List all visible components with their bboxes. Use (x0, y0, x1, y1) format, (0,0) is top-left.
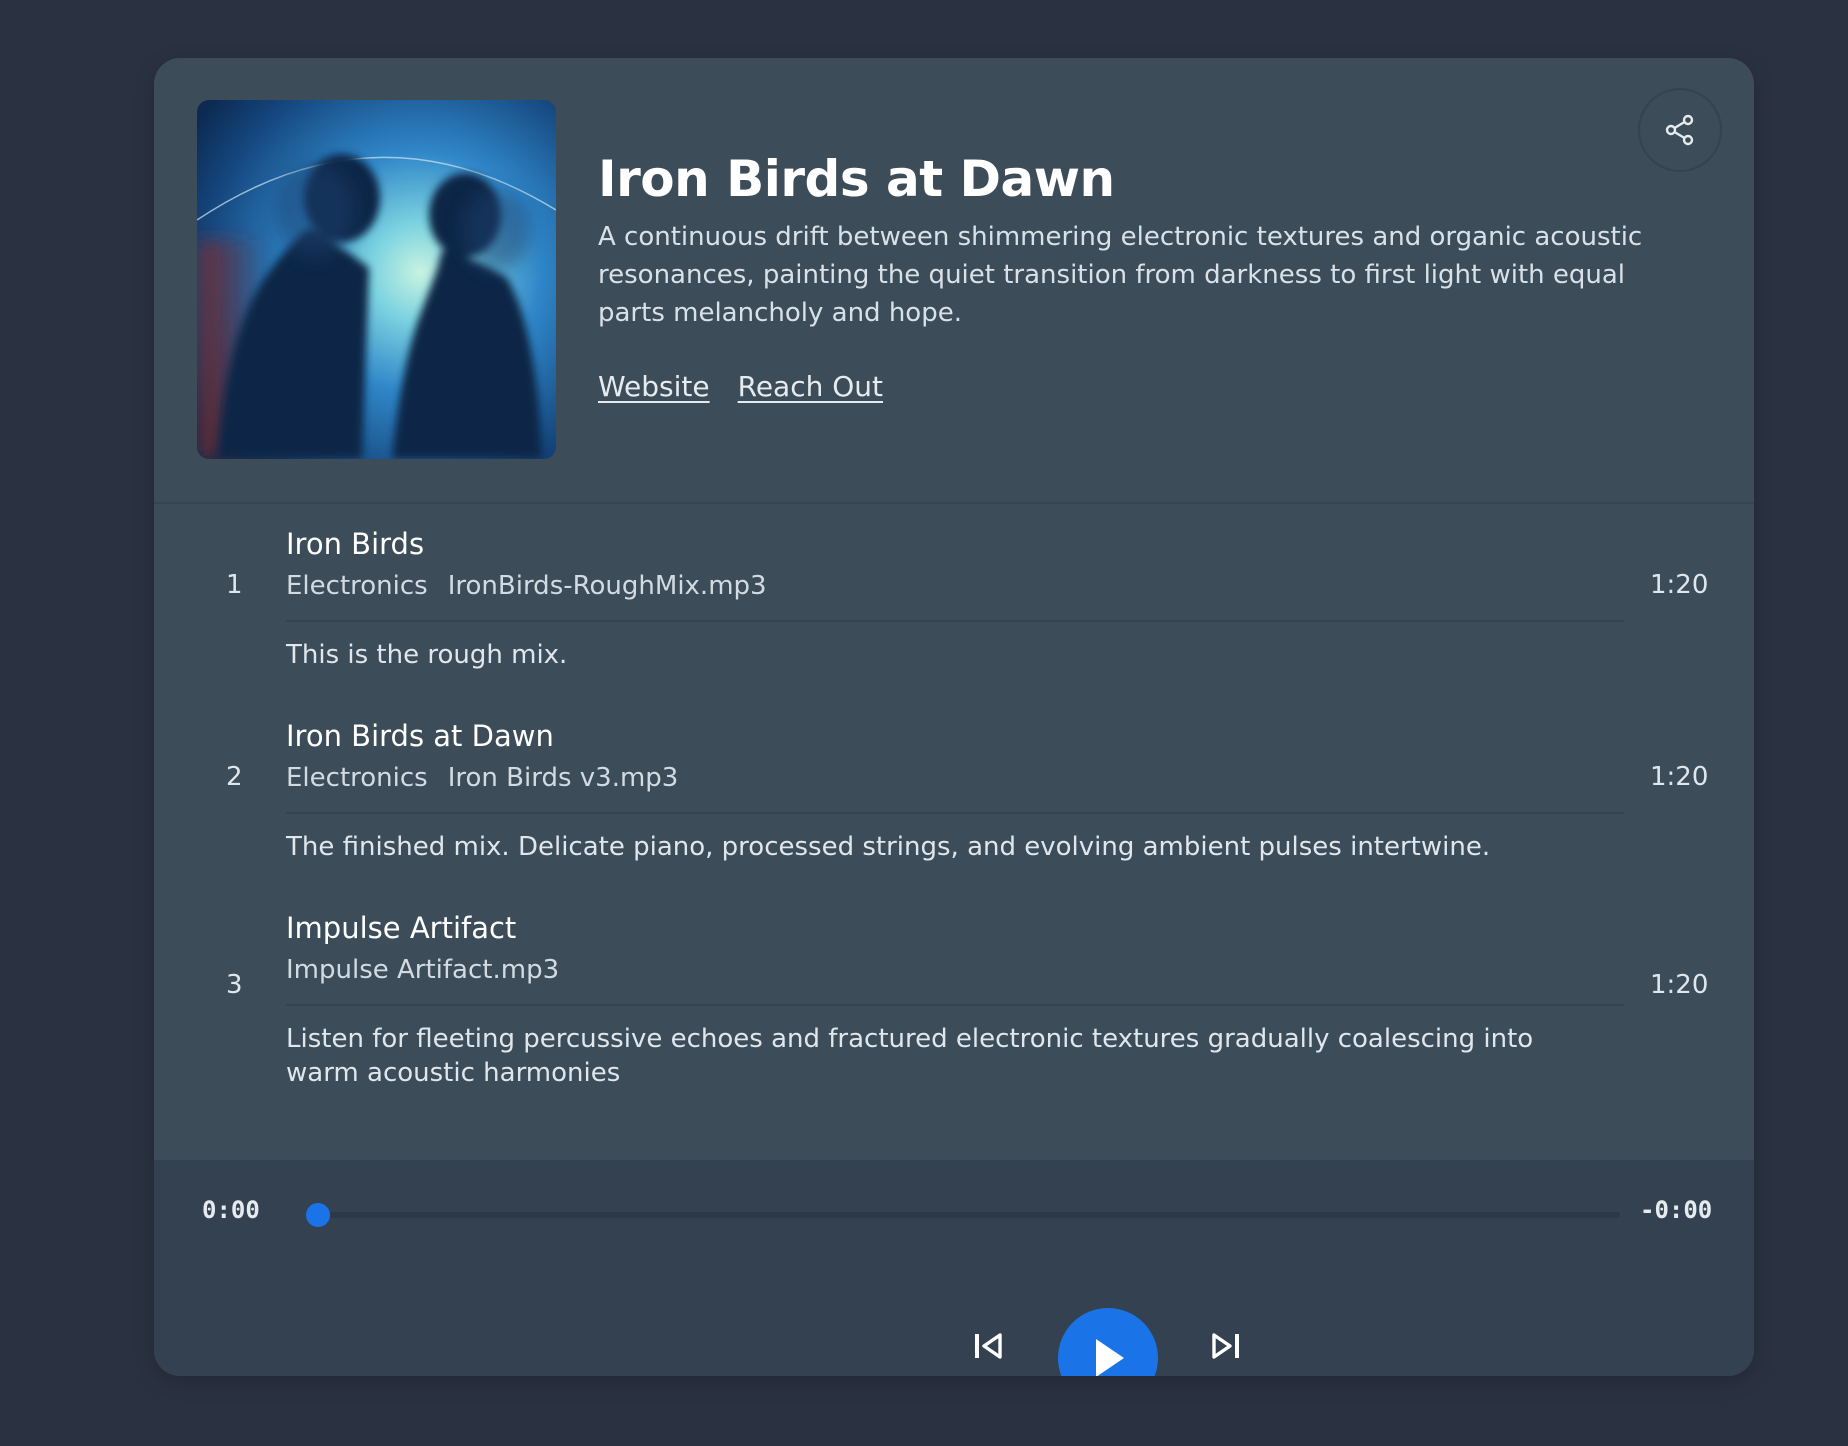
progress-bar[interactable] (306, 1203, 1620, 1227)
track-note: The finished mix. Delicate piano, proces… (286, 832, 1491, 862)
track-title: Iron Birds at Dawn (286, 719, 554, 753)
track-duration: 1:20 (1650, 970, 1709, 1000)
track-file: Impulse Artifact.mp3 (286, 955, 560, 985)
share-icon (1665, 114, 1694, 146)
track-genre: Electronics (286, 571, 428, 601)
track-row-3[interactable]: 3 Impulse Artifact Impulse Artifact.mp3 … (154, 888, 1754, 1108)
share-button[interactable] (1638, 88, 1722, 172)
play-button[interactable] (1058, 1308, 1158, 1376)
album-player-card: Iron Birds at Dawn A continuous drift be… (154, 58, 1754, 1376)
play-icon (1096, 1339, 1124, 1376)
album-description: A continuous drift between shimmering el… (598, 222, 1643, 328)
skip-previous-icon (975, 1333, 1002, 1359)
website-link[interactable]: Website (598, 370, 710, 403)
album-links: Website Reach Out (598, 370, 883, 403)
previous-track-button[interactable] (952, 1318, 1026, 1374)
track-note: Listen for fleeting percussive echoes an… (286, 1024, 1534, 1088)
track-title: Impulse Artifact (286, 911, 517, 945)
track-meta: Impulse Artifact.mp3 (286, 952, 1626, 988)
track-duration: 1:20 (1650, 570, 1709, 600)
track-divider (286, 812, 1624, 814)
elapsed-time: 0:00 (202, 1196, 260, 1224)
progress-handle[interactable] (306, 1203, 330, 1227)
reach-out-link[interactable]: Reach Out (738, 370, 883, 403)
album-cover (197, 100, 556, 459)
track-number: 3 (226, 970, 243, 1000)
track-row-2[interactable]: 2 Iron Birds at Dawn Electronics Iron Bir… (154, 696, 1754, 886)
track-file: IronBirds-RoughMix.mp3 (447, 571, 767, 601)
album-title: Iron Birds at Dawn (598, 150, 1115, 208)
track-meta: Electronics Iron Birds v3.mp3 (286, 760, 1626, 796)
next-track-button[interactable] (1188, 1318, 1262, 1374)
track-divider (286, 1004, 1624, 1006)
track-details: Iron Birds Electronics IronBirds-RoughMix… (286, 524, 1626, 672)
track-file: Iron Birds v3.mp3 (447, 763, 679, 793)
track-details: Iron Birds at Dawn Electronics Iron Birds… (286, 716, 1626, 864)
track-genre: Electronics (286, 763, 428, 793)
track-duration: 1:20 (1650, 762, 1709, 792)
album-header: Iron Birds at Dawn A continuous drift be… (154, 58, 1754, 504)
track-title: Iron Birds (286, 527, 425, 561)
remaining-time: -0:00 (1640, 1196, 1713, 1224)
track-number: 2 (226, 762, 243, 792)
track-divider (286, 620, 1624, 622)
track-note: This is the rough mix. (286, 640, 568, 670)
track-details: Impulse Artifact Impulse Artifact.mp3 Li… (286, 908, 1626, 1090)
skip-next-icon (1212, 1333, 1239, 1359)
track-number: 1 (226, 570, 243, 600)
player-controls: 0:00 -0:00 (154, 1160, 1754, 1376)
track-row-1[interactable]: 1 Iron Birds Electronics IronBirds-RoughM… (154, 504, 1754, 694)
track-meta: Electronics IronBirds-RoughMix.mp3 (286, 568, 1626, 604)
